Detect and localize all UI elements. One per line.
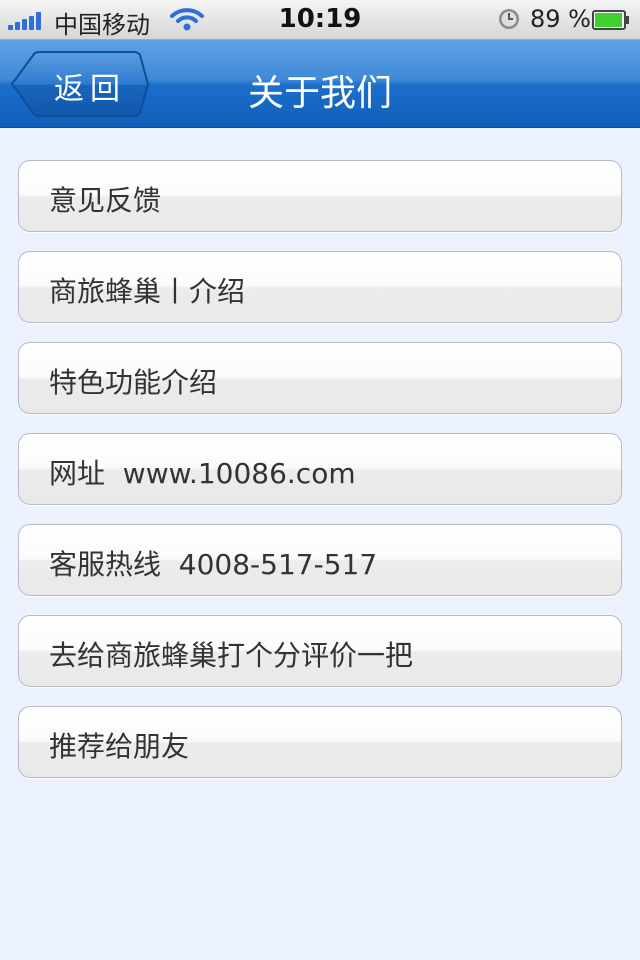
- list-item-introduction[interactable]: 商旅蜂巢丨介绍: [18, 251, 622, 323]
- battery-icon: [592, 10, 629, 30]
- page-title: 关于我们: [247, 73, 392, 114]
- navigation-bar: 返回 关于我们: [0, 40, 640, 128]
- list-item-feedback[interactable]: 意见反馈: [18, 160, 622, 232]
- list-item-label: 网址 www.10086.com: [49, 457, 356, 490]
- list-item-label: 去给商旅蜂巢打个分评价一把: [49, 639, 414, 672]
- list-item-rate-app[interactable]: 去给商旅蜂巢打个分评价一把: [18, 615, 622, 687]
- status-bar: 中国移动 10:19 89 %: [0, 0, 640, 40]
- list-item-website[interactable]: 网址 www.10086.com: [18, 433, 622, 505]
- list-item-features[interactable]: 特色功能介绍: [18, 342, 622, 414]
- list-item-recommend[interactable]: 推荐给朋友: [18, 706, 622, 778]
- list-item-label: 推荐给朋友: [49, 730, 190, 763]
- alarm-clock-icon: [499, 9, 519, 29]
- list-item-label: 商旅蜂巢丨介绍: [49, 275, 246, 308]
- list-item-label: 客服热线 4008-517-517: [49, 548, 378, 581]
- list-item-label: 特色功能介绍: [49, 366, 218, 399]
- list-item-label: 意见反馈: [49, 184, 162, 217]
- battery-percentage: 89 %: [530, 5, 591, 33]
- list-item-hotline[interactable]: 客服热线 4008-517-517: [18, 524, 622, 596]
